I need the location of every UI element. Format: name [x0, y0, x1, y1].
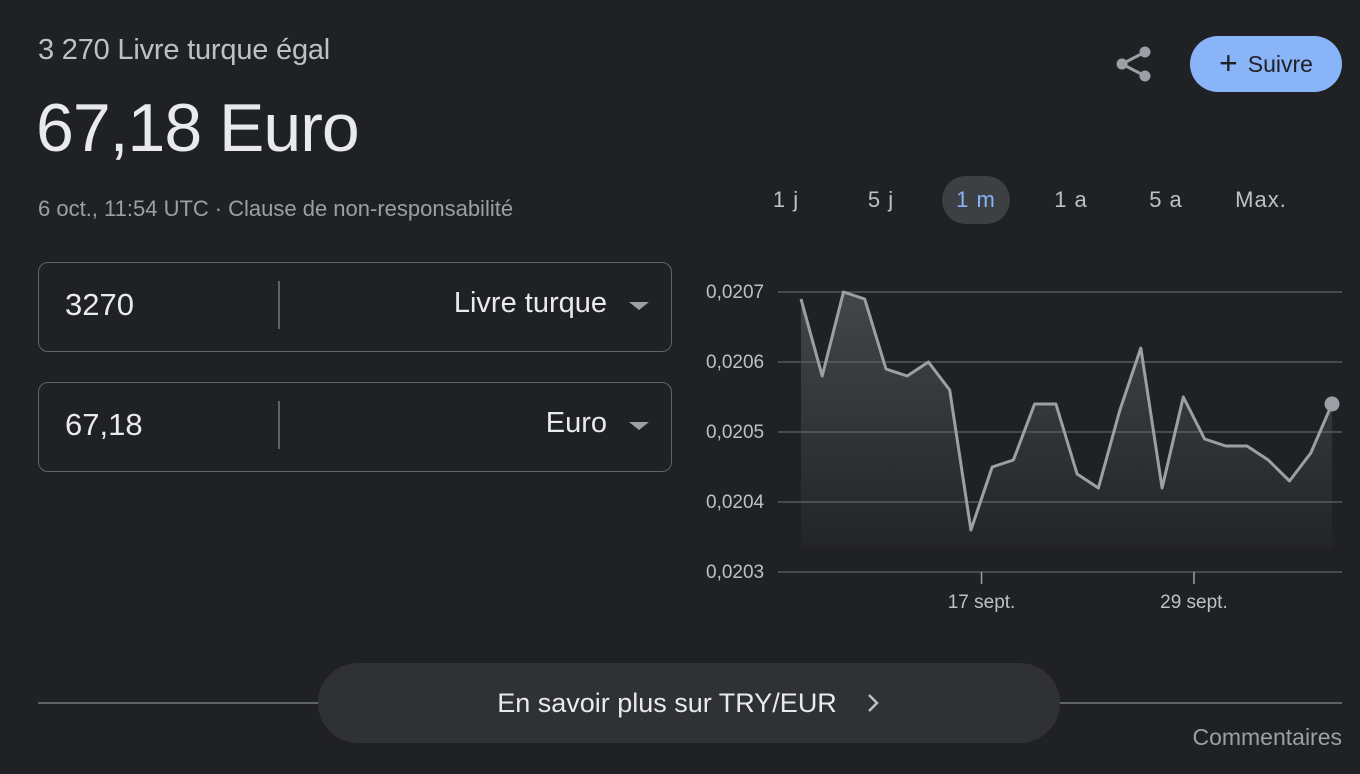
x-tick-label: 17 sept. [948, 592, 1016, 613]
follow-button[interactable]: + Suivre [1190, 36, 1342, 92]
converter-divider [278, 401, 280, 449]
to-converter: 67,18 Euro [38, 382, 672, 472]
y-tick-label: 0,0206 [706, 352, 764, 373]
last-point-marker [1324, 396, 1340, 412]
plus-icon: + [1219, 44, 1238, 81]
learn-more-button[interactable]: En savoir plus sur TRY/EUR [318, 663, 1060, 743]
range-tab-1a[interactable]: 1 a [1037, 176, 1105, 224]
range-tab-max[interactable]: Max. [1227, 176, 1295, 224]
from-converter: 3270 Livre turque [38, 262, 672, 352]
from-currency-select[interactable]: Livre turque [454, 287, 607, 320]
divider-left [38, 702, 320, 704]
separator: · [214, 196, 223, 221]
range-tab-1m[interactable]: 1 m [942, 176, 1010, 224]
converter-divider [278, 281, 280, 329]
to-currency-select[interactable]: Euro [546, 407, 607, 440]
divider-right [1058, 702, 1342, 704]
rate-chart[interactable]: 0,0207 0,0206 0,0205 0,0204 0,0203 17 sept. 29… [700, 270, 1350, 620]
timestamp-line: 6 oct., 11:54 UTC · Clause de non-responsa… [38, 196, 513, 222]
y-tick-label: 0,0205 [706, 422, 764, 443]
from-amount-input[interactable]: 3270 [65, 287, 134, 323]
range-selector: 1 j 5 j 1 m 1 a 5 a Max. [752, 176, 1322, 224]
share-icon[interactable] [1112, 42, 1156, 86]
dropdown-caret-icon[interactable] [629, 302, 649, 310]
y-tick-label: 0,0203 [706, 562, 764, 583]
range-tab-5j[interactable]: 5 j [847, 176, 915, 224]
timestamp: 6 oct., 11:54 UTC [38, 196, 209, 221]
follow-label: Suivre [1247, 50, 1313, 77]
to-amount-input[interactable]: 67,18 [65, 407, 143, 443]
learn-more-label: En savoir plus sur TRY/EUR [497, 687, 837, 718]
y-tick-label: 0,0207 [706, 282, 764, 303]
conversion-subtitle: 3 270 Livre turque égal [38, 34, 331, 66]
conversion-result: 67,18 Euro [36, 90, 360, 166]
range-tab-1j[interactable]: 1 j [752, 176, 820, 224]
dropdown-caret-icon[interactable] [629, 422, 649, 430]
chevron-right-icon [867, 694, 879, 712]
disclaimer-link[interactable]: Clause de non-responsabilité [228, 196, 513, 221]
series-area [801, 292, 1332, 548]
x-tick-label: 29 sept. [1160, 592, 1228, 613]
range-tab-5a[interactable]: 5 a [1132, 176, 1200, 224]
y-tick-label: 0,0204 [706, 492, 765, 513]
feedback-link[interactable]: Commentaires [1192, 724, 1342, 751]
